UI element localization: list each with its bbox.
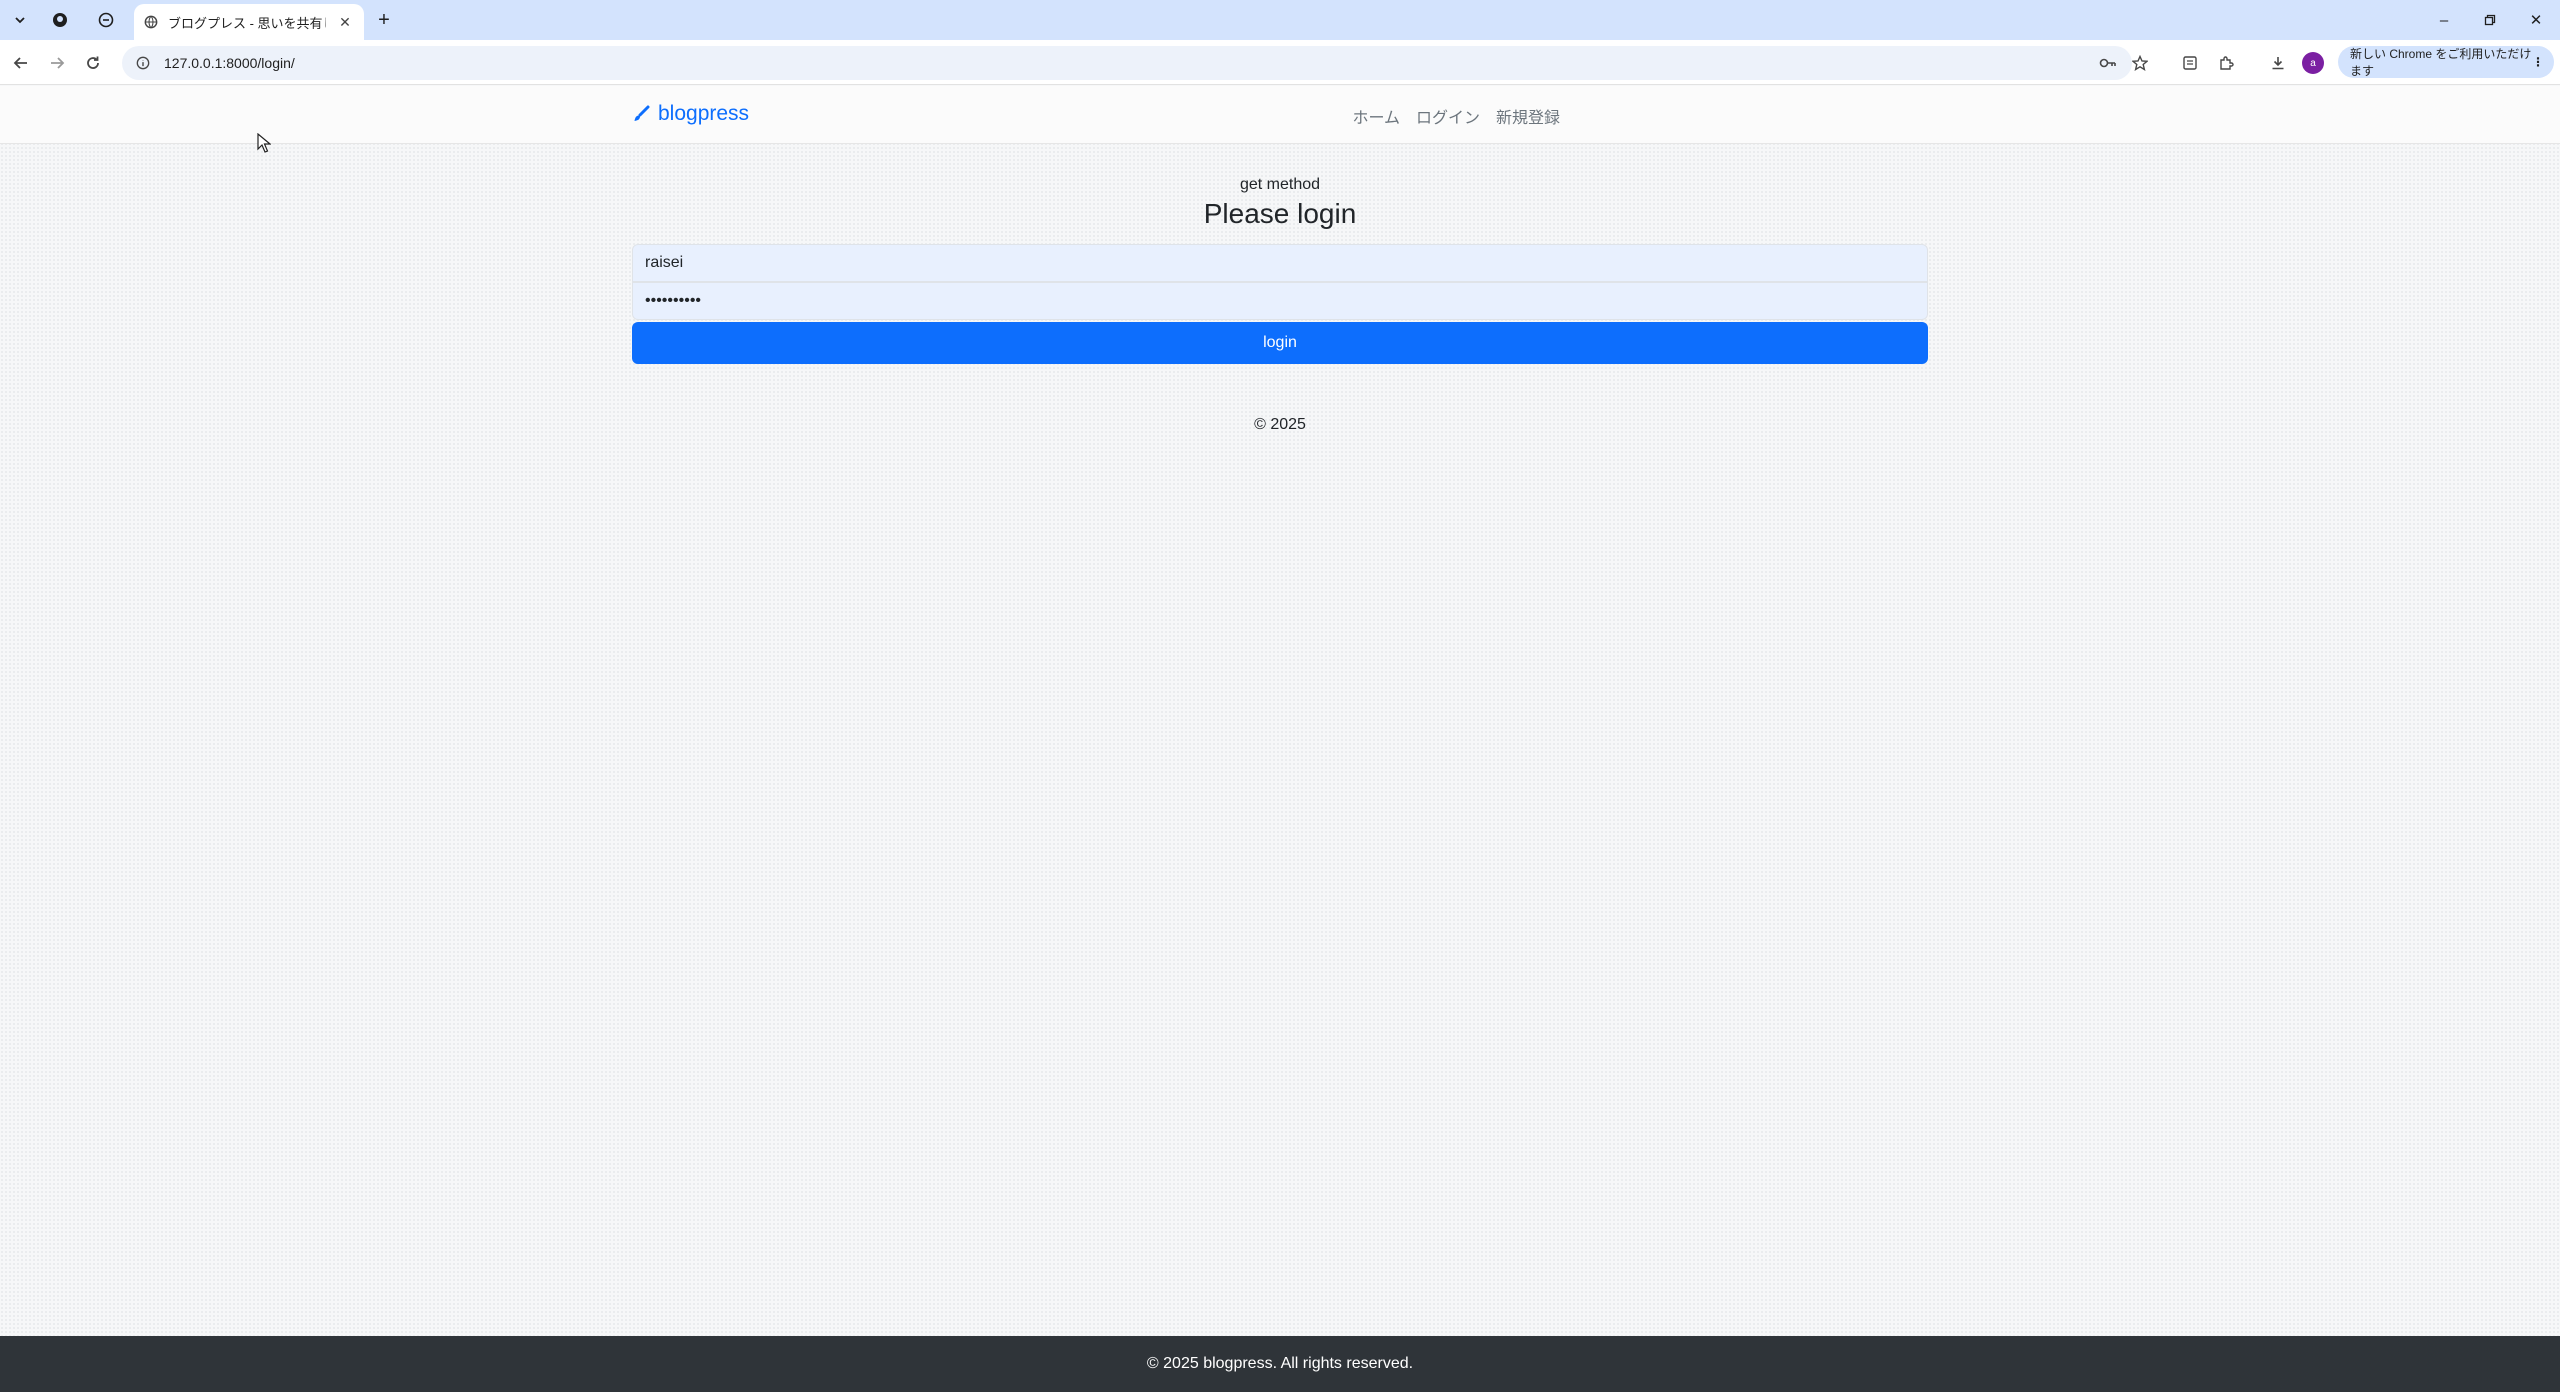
new-tab-icon[interactable]: + <box>372 8 396 32</box>
method-label: get method <box>1239 176 1321 193</box>
nav-home-link[interactable]: ホーム <box>1352 104 1400 128</box>
site-footer: © 2025 blogpress. All rights reserved. <box>0 1336 2560 1392</box>
site-info-icon[interactable] <box>136 56 150 70</box>
back-icon[interactable] <box>8 50 34 76</box>
download-icon[interactable] <box>2266 51 2290 75</box>
username-input[interactable] <box>632 244 1928 282</box>
profile-avatar[interactable]: a <box>2302 52 2324 74</box>
nav-links: ホーム ログイン 新規登録 <box>1352 104 1560 128</box>
brand-link[interactable]: blogpress <box>632 102 749 126</box>
nav-signup-link[interactable]: 新規登録 <box>1496 104 1560 128</box>
login-button[interactable]: login <box>632 322 1928 364</box>
form-copyright: © 2025 <box>1254 416 1306 433</box>
restore-icon[interactable] <box>2478 8 2502 32</box>
password-key-icon[interactable] <box>2096 51 2120 75</box>
tab-title: ブログプレス - 思いを共有しよう <box>168 15 326 31</box>
close-window-icon[interactable]: ✕ <box>2524 8 2548 32</box>
globe-icon <box>144 15 158 29</box>
login-form: get method Please login login © 2025 <box>632 176 1928 434</box>
page-content: blogpress ホーム ログイン 新規登録 get method Pleas… <box>0 86 2560 1392</box>
chrome-update-button[interactable]: 新しい Chrome をご利用いただけます ⋮ <box>2338 46 2554 78</box>
footer-text: © 2025 blogpress. All rights reserved. <box>1146 1355 1414 1372</box>
pinned-tab-icon[interactable] <box>94 8 118 32</box>
bookmark-star-icon[interactable] <box>2128 51 2152 75</box>
reading-list-icon[interactable] <box>2178 51 2202 75</box>
site-navbar: blogpress ホーム ログイン 新規登録 <box>0 86 2560 144</box>
password-input[interactable] <box>632 282 1928 320</box>
tab-search-icon[interactable] <box>8 8 32 32</box>
github-tab-icon[interactable] <box>48 8 72 32</box>
address-bar[interactable]: 127.0.0.1:8000/login/ <box>122 46 2132 80</box>
extensions-icon[interactable] <box>2214 51 2238 75</box>
more-menu-icon[interactable]: ⋮ <box>2532 55 2544 69</box>
forward-icon[interactable] <box>44 50 70 76</box>
brand-name: blogpress <box>658 102 750 125</box>
minimize-icon[interactable]: – <box>2432 8 2456 32</box>
tab-strip: ブログプレス - 思いを共有しよう ✕ + – ✕ <box>0 0 2560 40</box>
brush-icon <box>634 105 650 121</box>
reload-icon[interactable] <box>80 50 106 76</box>
browser-toolbar: 127.0.0.1:8000/login/ <box>0 40 2560 85</box>
close-tab-icon[interactable]: ✕ <box>336 14 354 31</box>
url-text: 127.0.0.1:8000/login/ <box>164 55 295 71</box>
chrome-update-label: 新しい Chrome をご利用いただけます <box>2350 47 2532 78</box>
nav-login-link[interactable]: ログイン <box>1416 104 1480 128</box>
mouse-cursor-icon <box>257 133 271 153</box>
active-tab[interactable]: ブログプレス - 思いを共有しよう ✕ <box>134 4 364 40</box>
page-title: Please login <box>1203 198 1357 229</box>
